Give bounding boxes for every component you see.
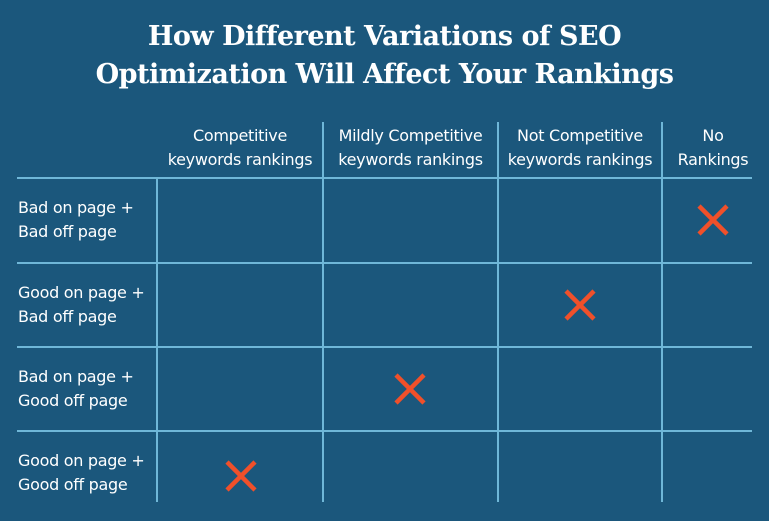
grid-line-row-3: [17, 430, 752, 432]
grid-line-col-2: [497, 122, 499, 502]
column-header-not-competitive: Not Competitive keywords rankings: [507, 126, 653, 169]
x-mark-icon: [394, 373, 426, 405]
grid-line-row-2: [17, 346, 752, 348]
row-label-bad-good: Bad on page + Good off page: [18, 367, 134, 410]
column-header-competitive: Competitive keywords rankings: [167, 126, 313, 169]
row-label-good-good: Good on page + Good off page: [18, 451, 145, 494]
grid-line-col-1: [322, 122, 324, 502]
row-label-bad-bad: Bad on page + Bad off page: [18, 198, 134, 241]
grid-line-header: [17, 177, 752, 179]
x-mark-icon: [564, 289, 596, 321]
column-header-mildly-competitive: Mildly Competitive keywords rankings: [338, 126, 483, 169]
grid-line-row-1: [17, 262, 752, 264]
grid-line-col-3: [661, 122, 663, 502]
grid-line-col-0: [156, 178, 158, 502]
column-header-no-rankings: No Rankings: [677, 126, 749, 169]
title-line-1: How Different Variations of SEO: [147, 21, 622, 52]
row-label-good-bad: Good on page + Bad off page: [18, 283, 145, 326]
x-mark-icon: [697, 204, 729, 236]
title-line-2: Optimization Will Affect Your Rankings: [95, 59, 674, 90]
x-mark-icon: [225, 460, 257, 492]
page-title: How Different Variations of SEO Optimiza…: [0, 18, 769, 94]
